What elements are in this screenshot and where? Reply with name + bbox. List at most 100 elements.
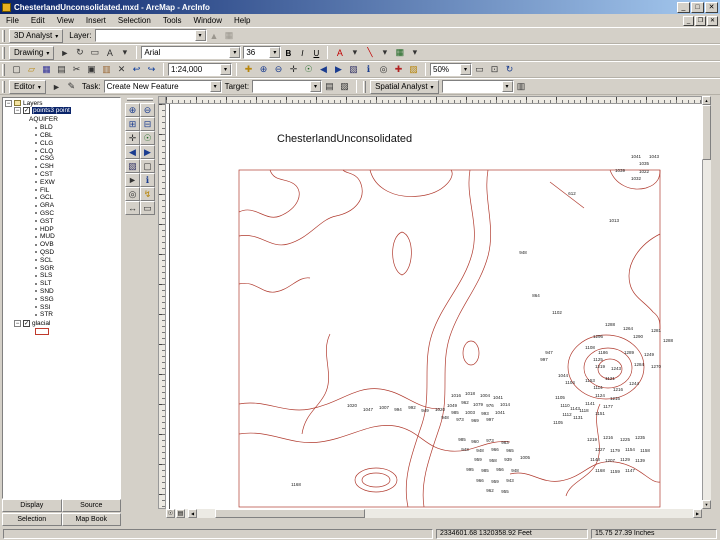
dropdown-arrow-icon[interactable] bbox=[229, 47, 241, 58]
zoom-whole-page-icon[interactable]: ▭ bbox=[472, 62, 487, 77]
find-icon[interactable]: ◎ bbox=[125, 187, 140, 201]
identify-icon[interactable]: ℹ bbox=[140, 173, 155, 187]
font-color-icon[interactable]: A bbox=[332, 45, 348, 60]
pan-icon[interactable]: ✛ bbox=[125, 131, 140, 145]
toolbar-grip[interactable] bbox=[2, 63, 5, 76]
zoom-in-icon[interactable]: ⊕ bbox=[256, 62, 271, 77]
dropdown-arrow-icon[interactable] bbox=[209, 81, 221, 92]
refresh-icon[interactable]: ↻ bbox=[502, 62, 517, 77]
menu-item-insert[interactable]: Insert bbox=[80, 14, 112, 27]
layout-zoom-combo[interactable]: 50% bbox=[430, 63, 472, 76]
drawing-menu-button[interactable]: Drawing bbox=[9, 45, 55, 60]
text-tool-icon[interactable]: A bbox=[102, 45, 118, 60]
toc-sublayer-gsc[interactable]: GSC bbox=[3, 210, 120, 218]
toc-tab-source[interactable]: Source bbox=[61, 499, 121, 512]
glacial-symbol-row[interactable] bbox=[3, 327, 120, 336]
bold-button[interactable]: B bbox=[281, 45, 296, 60]
text-tool-dropdown-icon[interactable]: ▾ bbox=[117, 45, 133, 60]
polygon-symbol-swatch[interactable] bbox=[35, 328, 49, 336]
forward-extent-icon[interactable]: ▶ bbox=[140, 145, 155, 159]
edit-arrow-icon[interactable]: ► bbox=[48, 79, 64, 94]
identify-icon[interactable]: ℹ bbox=[361, 62, 376, 77]
underline-button[interactable]: U bbox=[309, 45, 324, 60]
spatial-analyst-layer-combo[interactable] bbox=[441, 80, 514, 93]
toolbar-grip[interactable] bbox=[2, 29, 5, 42]
editor-menu-button[interactable]: Editor bbox=[9, 79, 46, 94]
edit-sketch-icon[interactable]: ✎ bbox=[63, 79, 79, 94]
new-map-icon[interactable]: ▢ bbox=[9, 62, 24, 77]
forward-extent-icon[interactable]: ▶ bbox=[331, 62, 346, 77]
toc-sublayer-gst[interactable]: GST bbox=[3, 217, 120, 225]
layer-visibility-checkbox[interactable] bbox=[23, 319, 30, 327]
redo-icon[interactable]: ↪ bbox=[144, 62, 159, 77]
mdi-minimize-button[interactable]: _ bbox=[683, 15, 694, 26]
sketch-properties-icon[interactable]: ▨ bbox=[337, 79, 353, 94]
layer-visibility-checkbox[interactable] bbox=[23, 107, 30, 115]
find-icon[interactable]: ◎ bbox=[376, 62, 391, 77]
arccatalog-icon[interactable]: ▨ bbox=[406, 62, 421, 77]
target-combo[interactable] bbox=[252, 80, 323, 93]
toc-sublayer-cst[interactable]: CST bbox=[3, 171, 120, 179]
zoom-100-icon[interactable]: ⊡ bbox=[487, 62, 502, 77]
toc-sublayer-clg[interactable]: CLG bbox=[3, 139, 120, 147]
attributes-icon[interactable]: ▤ bbox=[322, 79, 338, 94]
scroll-down-icon[interactable] bbox=[702, 500, 711, 509]
dropdown-arrow-icon[interactable] bbox=[220, 64, 231, 75]
back-extent-icon[interactable]: ◀ bbox=[316, 62, 331, 77]
toc-sublayer-hdp[interactable]: HDP bbox=[3, 225, 120, 233]
horizontal-scroll-thumb[interactable] bbox=[215, 509, 365, 518]
menu-item-help[interactable]: Help bbox=[228, 14, 256, 27]
3d-analyst-menu-button[interactable]: 3D Analyst bbox=[9, 28, 64, 43]
close-button[interactable]: ✕ bbox=[705, 1, 718, 13]
zoom-out-icon[interactable]: ⊖ bbox=[271, 62, 286, 77]
3d-layer-combo[interactable] bbox=[94, 29, 207, 42]
fixed-zoom-in-icon[interactable]: ⊞ bbox=[125, 117, 140, 131]
open-icon[interactable]: ▱ bbox=[24, 62, 39, 77]
vertical-scroll-thumb[interactable] bbox=[702, 105, 711, 160]
select-features-icon[interactable]: ▧ bbox=[125, 159, 140, 173]
line-color-dropdown-icon[interactable]: ▾ bbox=[377, 45, 393, 60]
font-color-dropdown-icon[interactable]: ▾ bbox=[347, 45, 363, 60]
menu-item-tools[interactable]: Tools bbox=[157, 14, 188, 27]
menu-item-selection[interactable]: Selection bbox=[112, 14, 157, 27]
full-extent-icon[interactable]: ☉ bbox=[301, 62, 316, 77]
minimize-button[interactable]: _ bbox=[677, 1, 690, 13]
toc-sublayer-slt[interactable]: SLT bbox=[3, 280, 120, 288]
dropdown-arrow-icon[interactable] bbox=[460, 64, 471, 75]
mdi-restore-button[interactable]: ❐ bbox=[695, 15, 706, 26]
toc-sublayer-sgr[interactable]: SGR bbox=[3, 264, 120, 272]
save-icon[interactable]: ▦ bbox=[39, 62, 54, 77]
print-icon[interactable]: ▤ bbox=[54, 62, 69, 77]
data-view-button[interactable] bbox=[166, 509, 175, 518]
delete-icon[interactable]: ✕ bbox=[114, 62, 129, 77]
toolbar-grip[interactable] bbox=[2, 80, 5, 93]
italic-button[interactable]: I bbox=[295, 45, 310, 60]
scroll-left-icon[interactable] bbox=[188, 509, 197, 518]
select-elements-icon[interactable]: ► bbox=[57, 45, 73, 60]
toc-layer-points3[interactable]: points3 point bbox=[3, 107, 120, 116]
select-features-icon[interactable]: ▧ bbox=[346, 62, 361, 77]
select-elements-icon[interactable]: ► bbox=[125, 173, 140, 187]
line-color-icon[interactable]: ╲ bbox=[362, 45, 378, 60]
toc-sublayer-sls[interactable]: SLS bbox=[3, 272, 120, 280]
dropdown-arrow-icon[interactable] bbox=[194, 30, 206, 41]
zoom-in-icon[interactable]: ⊕ bbox=[125, 103, 140, 117]
menu-item-view[interactable]: View bbox=[51, 14, 80, 27]
clear-selection-icon[interactable]: ▢ bbox=[140, 159, 155, 173]
interpolate-icon[interactable]: ▦ bbox=[221, 28, 237, 43]
back-extent-icon[interactable]: ◀ bbox=[125, 145, 140, 159]
shape-tool-icon[interactable]: ▭ bbox=[87, 45, 103, 60]
html-popup-icon[interactable]: ▭ bbox=[140, 201, 155, 215]
spatial-analyst-menu-button[interactable]: Spatial Analyst bbox=[370, 79, 439, 94]
vertical-scrollbar[interactable] bbox=[702, 96, 711, 509]
title-bar[interactable]: ChesterlandUnconsolidated.mxd - ArcMap -… bbox=[0, 0, 720, 14]
menu-item-window[interactable]: Window bbox=[188, 14, 228, 27]
toc-tab-display[interactable]: Display bbox=[2, 499, 62, 512]
cut-icon[interactable]: ✂ bbox=[69, 62, 84, 77]
toc-sublayer-gra[interactable]: GRA bbox=[3, 202, 120, 210]
map-canvas[interactable]: ChesterlandUnconsolidated 1041 1043 1035 10… bbox=[166, 104, 702, 509]
dropdown-arrow-icon[interactable] bbox=[501, 81, 513, 92]
toc-layer-glacial[interactable]: glacial bbox=[3, 319, 120, 328]
toolbar-grip[interactable] bbox=[363, 80, 367, 93]
toc-sublayer-csg[interactable]: CSG bbox=[3, 155, 120, 163]
